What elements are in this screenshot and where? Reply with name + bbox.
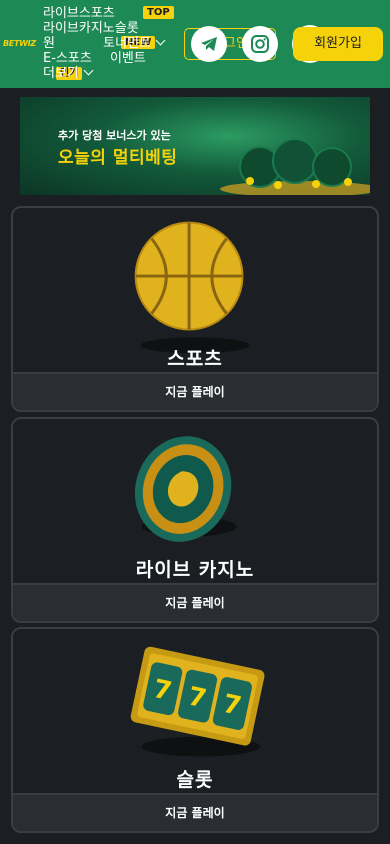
live-casino-card-title: 라이브 카지노 [135,559,255,581]
badge-top: TOP [143,6,174,19]
banner-balls-image [220,138,370,195]
main-nav: 라이브스포츠 TOP 라이브카지노슬롯 NEW 원 인기 토너먼트 E-스포츠 … [43,6,193,81]
chevron-down-icon[interactable] [83,65,94,76]
sports-card[interactable]: 스포츠 지금 플레이 [11,206,379,412]
basketball-icon [134,221,250,354]
live-casino-card[interactable]: 라이브 카지노 지금 플레이 [11,417,379,623]
slot-machine-icon: 7 7 7 [130,646,265,757]
banner-title: 오늘의 멀티베팅 [58,148,178,168]
slots-card-title: 슬롯 [176,769,214,791]
nav-item-events[interactable]: 이벤트 [110,51,146,66]
instagram-button[interactable] [242,26,278,62]
nav-item-live-casino[interactable]: 라이브카지노 [43,21,115,36]
telegram-icon [201,37,217,51]
nav-item-slots[interactable]: 슬롯 [115,21,139,36]
banner-subtitle: 추가 당첨 보너스가 있는 [58,129,171,142]
top-header: BETWIZ 라이브스포츠 TOP 라이브카지노슬롯 NEW 원 인기 토너먼트… [0,0,390,88]
nav-item-live-sports[interactable]: 라이브스포츠 [43,6,115,21]
live-casino-play-button[interactable]: 지금 플레이 [13,583,377,621]
sports-card-title: 스포츠 [167,348,223,370]
nav-item-hot[interactable]: 원 [43,36,55,51]
join-button[interactable]: 회원가입 [293,27,383,61]
site-logo[interactable]: BETWIZ [3,39,36,48]
nav-item-more[interactable]: 더보기 [43,66,79,81]
sports-play-button[interactable]: 지금 플레이 [13,372,377,410]
telegram-button[interactable] [191,26,227,62]
roulette-icon [134,436,237,542]
instagram-icon [251,35,269,53]
slots-card[interactable]: 7 7 7 슬롯 지금 플레이 [11,627,379,833]
nav-item-tournament[interactable]: 토너먼트 [103,36,151,51]
promo-banner[interactable]: 추가 당첨 보너스가 있는 오늘의 멀티베팅 [20,97,370,195]
slots-play-button[interactable]: 지금 플레이 [13,793,377,831]
nav-item-esports[interactable]: E-스포츠 [43,51,92,66]
chevron-down-icon[interactable] [155,35,166,46]
